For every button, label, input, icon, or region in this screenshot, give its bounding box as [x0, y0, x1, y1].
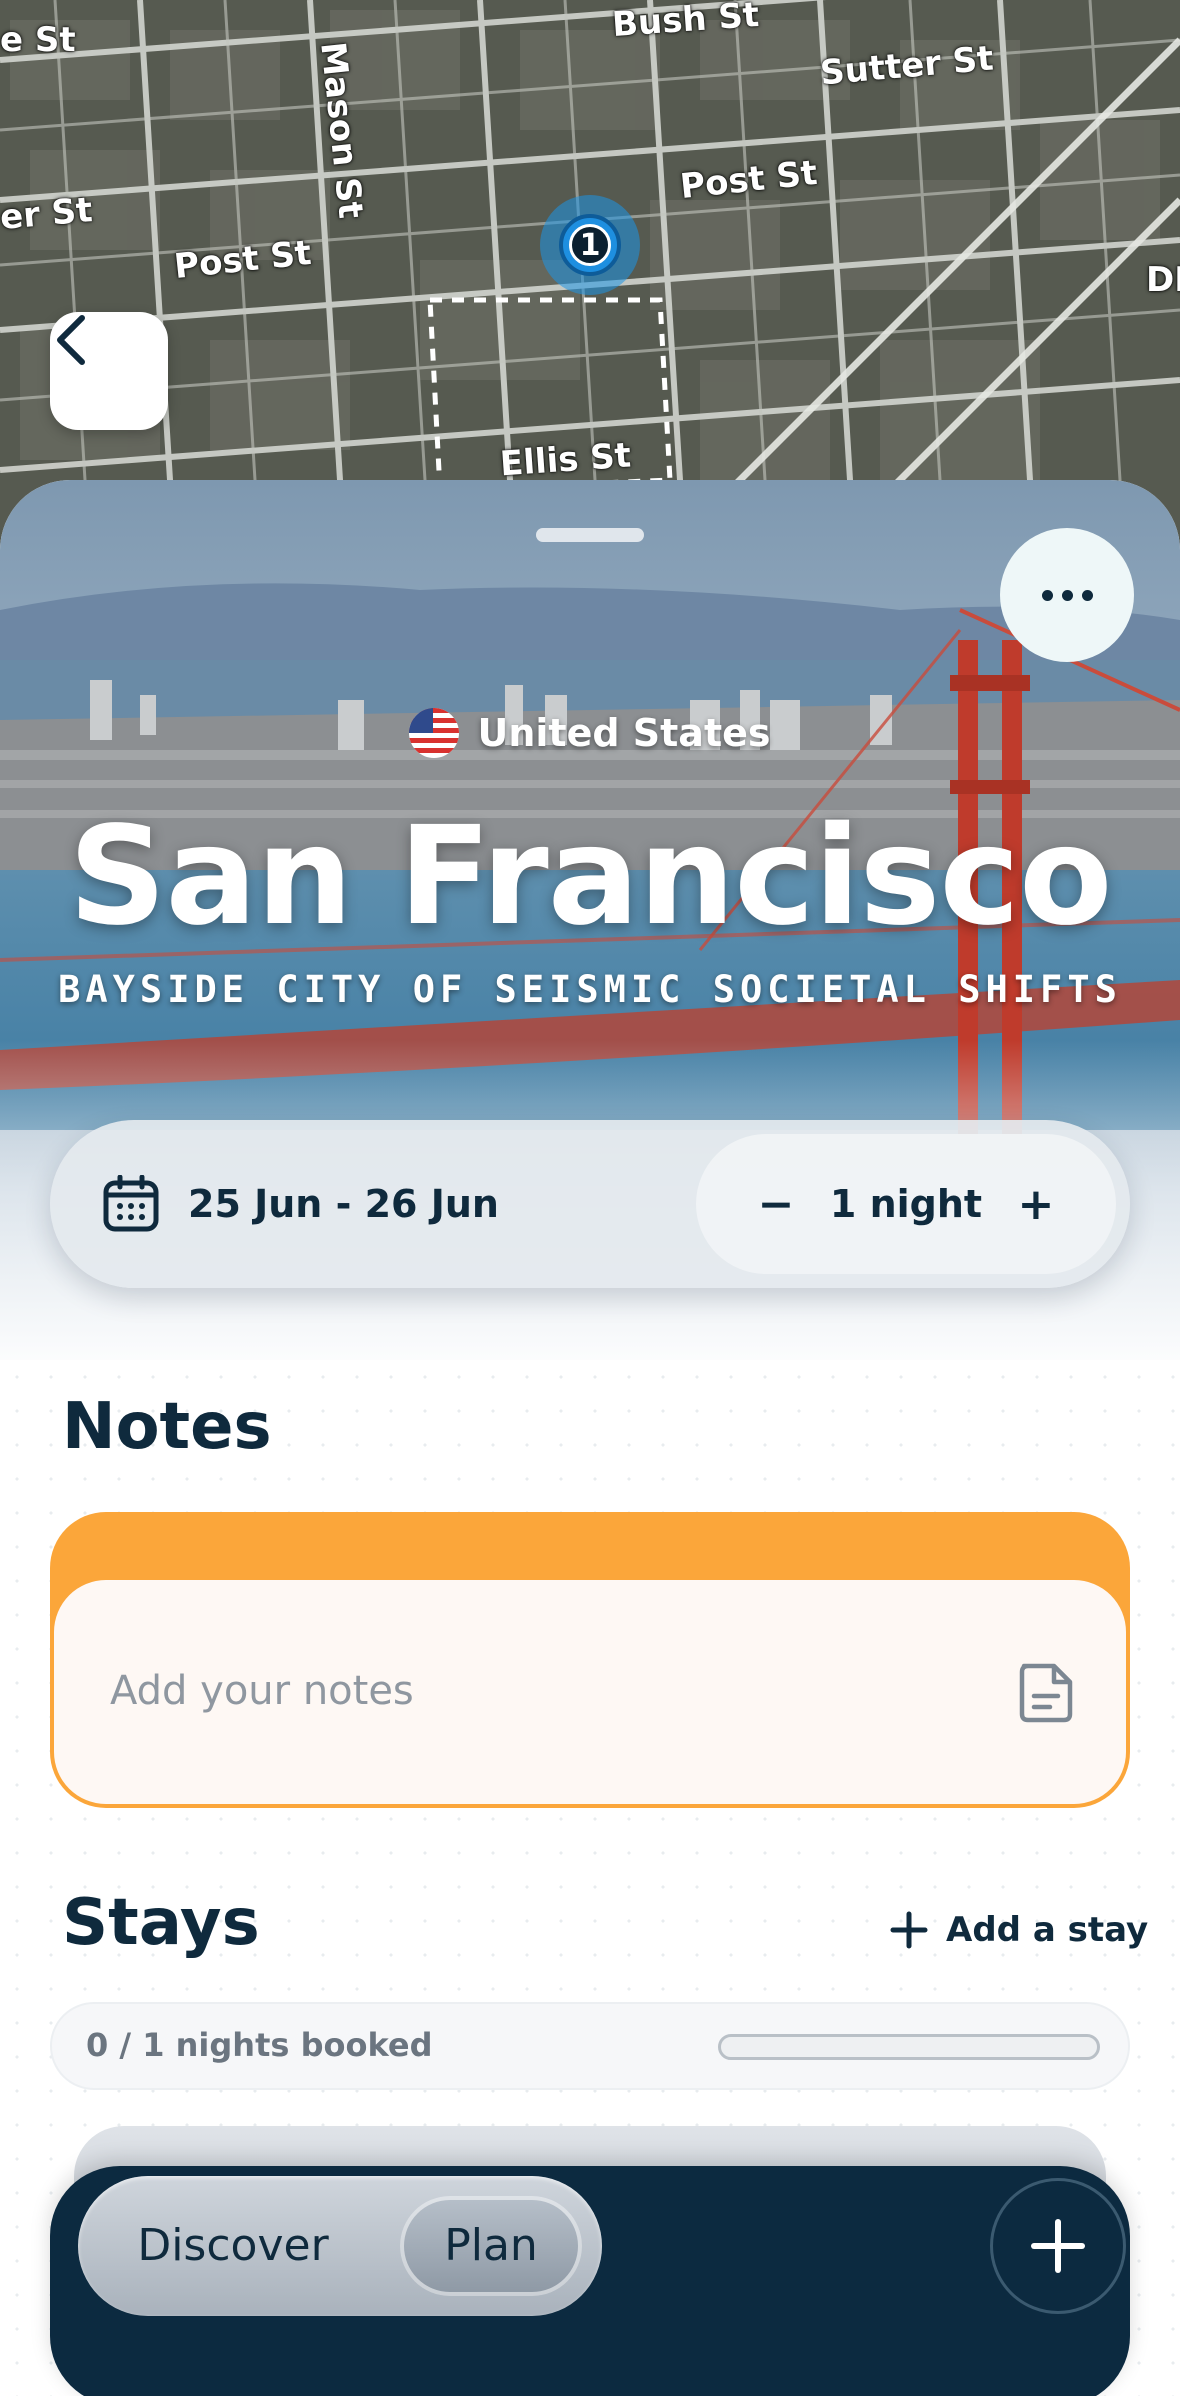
- street-label: e St: [0, 20, 76, 60]
- country-name: United States: [477, 711, 771, 755]
- back-button[interactable]: [50, 312, 168, 430]
- nights-booked-bar: 0 / 1 nights booked: [50, 2002, 1130, 2090]
- add-stay-button[interactable]: Add a stay: [890, 1910, 1148, 1950]
- chevron-left-icon: [57, 315, 85, 365]
- date-selector[interactable]: 25 Jun - 26 Jun − 1 night +: [50, 1120, 1130, 1288]
- decrement-nights-button[interactable]: −: [754, 1179, 798, 1230]
- mode-switcher: Discover Plan: [78, 2176, 602, 2316]
- pin-number: 1: [569, 224, 611, 266]
- add-stay-label: Add a stay: [946, 1910, 1149, 1950]
- booking-progress: [718, 2034, 1100, 2060]
- nights-value: 1 night: [829, 1182, 983, 1226]
- more-dots-icon: [1041, 589, 1053, 601]
- map-pin[interactable]: 1: [540, 195, 640, 295]
- country-row: United States: [0, 708, 1180, 758]
- map-view[interactable]: e St Bush St Mason St Sutter St er St Po…: [0, 0, 1180, 560]
- plus-icon: [890, 1911, 928, 1949]
- plus-icon: [1031, 2219, 1085, 2273]
- nights-stepper: − 1 night +: [696, 1134, 1116, 1274]
- add-button[interactable]: [990, 2178, 1126, 2314]
- street-label: er St: [0, 190, 94, 238]
- sheet-grabber[interactable]: [536, 528, 644, 542]
- stays-heading: Stays: [62, 1886, 260, 1960]
- increment-nights-button[interactable]: +: [1014, 1179, 1058, 1230]
- bottom-nav: Discover Plan: [50, 2166, 1130, 2396]
- notes-placeholder[interactable]: Add your notes: [110, 1668, 414, 1714]
- tab-plan[interactable]: Plan: [400, 2196, 582, 2296]
- note-icon[interactable]: [1016, 1660, 1076, 1724]
- us-flag-icon: [409, 708, 460, 758]
- calendar-icon: [103, 1175, 159, 1232]
- more-options-button[interactable]: [1000, 528, 1134, 662]
- nights-booked-text: 0 / 1 nights booked: [86, 2026, 433, 2064]
- notes-heading: Notes: [62, 1390, 272, 1464]
- city-tagline: BAYSIDE CITY OF SEISMIC SOCIETAL SHIFTS: [58, 968, 1122, 1011]
- notes-card[interactable]: Add your notes: [50, 1512, 1130, 1808]
- street-label: DI: [1146, 260, 1180, 300]
- city-title: San Francisco: [68, 798, 1113, 956]
- tab-discover[interactable]: Discover: [98, 2196, 368, 2296]
- date-range[interactable]: 25 Jun - 26 Jun: [188, 1182, 696, 1226]
